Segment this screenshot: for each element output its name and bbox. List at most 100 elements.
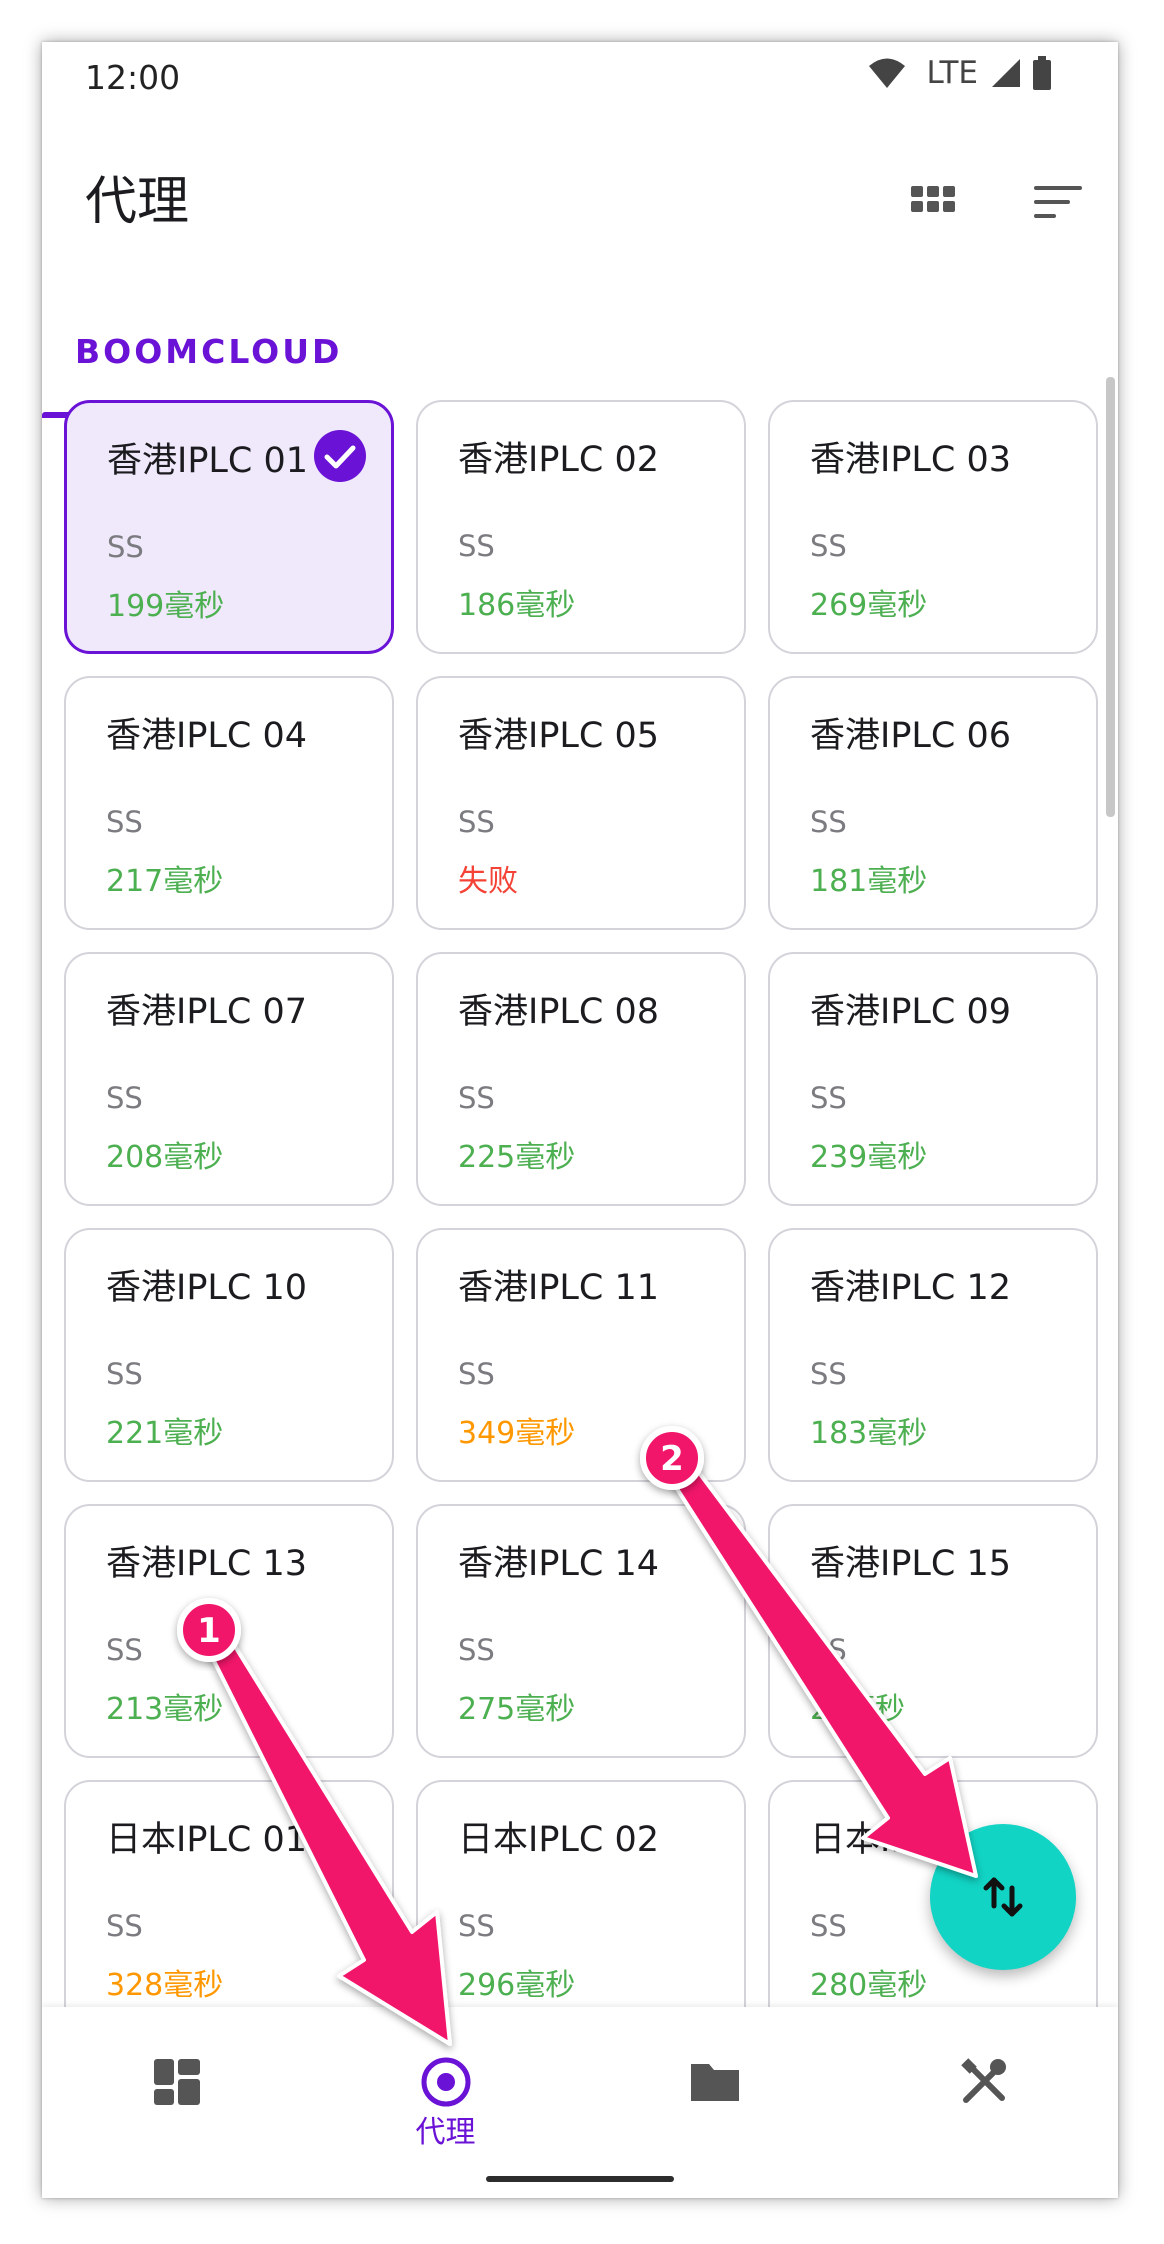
proxy-delay: 181毫秒 bbox=[810, 864, 928, 899]
sort-button[interactable] bbox=[1032, 178, 1084, 230]
proxy-name: 日本IPLC 02 bbox=[458, 1820, 660, 1860]
proxy-name: 日本IPLC 01 bbox=[106, 1820, 308, 1860]
status-time: 12:00 bbox=[85, 58, 181, 97]
proxy-delay: 328毫秒 bbox=[106, 1968, 224, 2003]
battery-icon bbox=[1033, 56, 1051, 90]
proxy-delay: 199毫秒 bbox=[107, 589, 225, 624]
proxy-card[interactable]: 香港IPLC 12 SS 183毫秒 bbox=[768, 1228, 1098, 1482]
proxy-delay: 221毫秒 bbox=[106, 1416, 224, 1451]
grid-view-icon bbox=[911, 186, 955, 212]
proxy-name: 香港IPLC 03 bbox=[810, 440, 1012, 480]
proxy-card[interactable]: 香港IPLC 11 SS 349毫秒 bbox=[416, 1228, 746, 1482]
proxy-delay: 349毫秒 bbox=[458, 1416, 576, 1451]
proxy-name: 香港IPLC 09 bbox=[810, 992, 1012, 1032]
sort-icon bbox=[1034, 186, 1082, 218]
proxy-type: SS bbox=[810, 1357, 847, 1391]
proxy-delay: 225毫秒 bbox=[458, 1140, 576, 1175]
proxy-card[interactable]: 香港IPLC 03 SS 269毫秒 bbox=[768, 400, 1098, 654]
tab-label: BOOMCLOUD bbox=[75, 332, 343, 371]
proxy-type: SS bbox=[810, 1081, 847, 1115]
test-delay-fab[interactable] bbox=[930, 1824, 1076, 1970]
signal-icon bbox=[992, 59, 1020, 87]
proxy-type: SS bbox=[458, 805, 495, 839]
selected-check-icon bbox=[314, 430, 366, 482]
proxy-name: 香港IPLC 13 bbox=[106, 1544, 308, 1584]
proxy-name: 香港IPLC 01 bbox=[107, 441, 309, 481]
swap-vertical-icon bbox=[983, 1877, 1023, 1917]
proxy-delay: 208毫秒 bbox=[106, 1140, 224, 1175]
tools-icon bbox=[961, 2058, 1006, 2103]
proxy-type: SS bbox=[106, 1357, 143, 1391]
nav-dashboard[interactable] bbox=[42, 2007, 311, 2157]
proxy-type: SS bbox=[458, 1357, 495, 1391]
proxy-card[interactable]: 香港IPLC 08 SS 225毫秒 bbox=[416, 952, 746, 1206]
proxy-card[interactable]: 日本IPLC 01 SS 328毫秒 bbox=[64, 1780, 394, 2034]
wifi-icon bbox=[869, 58, 906, 88]
proxy-radio-icon bbox=[421, 2057, 471, 2107]
proxy-name: 香港IPLC 06 bbox=[810, 716, 1012, 756]
network-type: LTE bbox=[926, 55, 978, 91]
dashboard-icon bbox=[154, 2059, 200, 2105]
proxy-name: 香港IPLC 14 bbox=[458, 1544, 660, 1584]
proxy-delay: 2?毫秒 bbox=[810, 1692, 906, 1727]
proxy-delay: 239毫秒 bbox=[810, 1140, 928, 1175]
status-icons: LTE bbox=[868, 55, 1052, 91]
proxy-delay: 269毫秒 bbox=[810, 588, 928, 623]
proxy-card[interactable]: 香港IPLC 15 SS 2?毫秒 bbox=[768, 1504, 1098, 1758]
proxy-card[interactable]: 香港IPLC 01 SS 199毫秒 bbox=[64, 400, 394, 654]
proxy-type: SS bbox=[106, 1909, 143, 1943]
proxy-delay: 183毫秒 bbox=[810, 1416, 928, 1451]
proxy-grid: 香港IPLC 01 SS 199毫秒 香港IPLC 02 SS 186毫秒 香港IPLC 0… bbox=[64, 400, 1098, 2034]
proxy-card[interactable]: 香港IPLC 02 SS 186毫秒 bbox=[416, 400, 746, 654]
proxy-card[interactable]: 香港IPLC 06 SS 181毫秒 bbox=[768, 676, 1098, 930]
proxy-delay: 275毫秒 bbox=[458, 1692, 576, 1727]
scrollbar[interactable] bbox=[1106, 377, 1115, 817]
nav-proxies[interactable]: 代理 bbox=[311, 2007, 580, 2157]
phone-screen: 12:00 LTE 代理 BOOMCLOUD 香港IPLC 01 SS 199毫… bbox=[42, 42, 1118, 2198]
proxy-card[interactable]: 香港IPLC 13 SS 213毫秒 bbox=[64, 1504, 394, 1758]
proxy-type: SS bbox=[810, 529, 847, 563]
page-title: 代理 bbox=[85, 172, 190, 232]
proxy-card[interactable]: 香港IPLC 14 SS 275毫秒 bbox=[416, 1504, 746, 1758]
proxy-card[interactable]: 香港IPLC 04 SS 217毫秒 bbox=[64, 676, 394, 930]
proxy-type: SS bbox=[106, 1633, 143, 1667]
proxy-card[interactable]: 香港IPLC 10 SS 221毫秒 bbox=[64, 1228, 394, 1482]
proxy-card[interactable]: 香港IPLC 05 SS 失败 bbox=[416, 676, 746, 930]
proxy-delay: 213毫秒 bbox=[106, 1692, 224, 1727]
proxy-name: 香港IPLC 15 bbox=[810, 1544, 1012, 1584]
grid-view-button[interactable] bbox=[907, 178, 959, 230]
proxy-name: 香港IPLC 08 bbox=[458, 992, 660, 1032]
proxy-name: 香港IPLC 07 bbox=[106, 992, 308, 1032]
proxy-name: 香港IPLC 10 bbox=[106, 1268, 308, 1308]
app-bar: 代理 bbox=[42, 152, 1118, 252]
proxy-type: SS bbox=[458, 529, 495, 563]
proxy-type: SS bbox=[458, 1909, 495, 1943]
bottom-navigation: 代理 bbox=[42, 2007, 1118, 2198]
proxy-card[interactable]: 香港IPLC 09 SS 239毫秒 bbox=[768, 952, 1098, 1206]
status-bar: 12:00 LTE bbox=[42, 42, 1118, 102]
proxy-delay: 280毫秒 bbox=[810, 1968, 928, 2003]
proxy-delay: 失败 bbox=[458, 864, 518, 899]
proxy-name: 香港IPLC 12 bbox=[810, 1268, 1012, 1308]
proxy-delay: 186毫秒 bbox=[458, 588, 576, 623]
proxy-type: SS bbox=[810, 805, 847, 839]
proxy-card[interactable]: 日本IPLC 02 SS 296毫秒 bbox=[416, 1780, 746, 2034]
proxy-type: SS bbox=[106, 805, 143, 839]
proxy-delay: 296毫秒 bbox=[458, 1968, 576, 2003]
proxy-card[interactable]: 香港IPLC 07 SS 208毫秒 bbox=[64, 952, 394, 1206]
home-indicator bbox=[486, 2176, 674, 2182]
nav-profiles[interactable] bbox=[580, 2007, 849, 2157]
folder-icon bbox=[691, 2064, 739, 2101]
proxy-type: SS bbox=[458, 1633, 495, 1667]
proxy-name: 香港IPLC 04 bbox=[106, 716, 308, 756]
nav-tools[interactable] bbox=[849, 2007, 1118, 2157]
proxy-name: 香港IPLC 05 bbox=[458, 716, 660, 756]
proxy-type: SS bbox=[106, 1081, 143, 1115]
proxy-type: SS bbox=[458, 1081, 495, 1115]
proxy-type: SS bbox=[810, 1633, 847, 1667]
proxy-type: SS bbox=[107, 530, 144, 564]
proxy-type: SS bbox=[810, 1909, 847, 1943]
proxy-name: 香港IPLC 11 bbox=[458, 1268, 660, 1308]
proxy-delay: 217毫秒 bbox=[106, 864, 224, 899]
proxy-name: 香港IPLC 02 bbox=[458, 440, 660, 480]
